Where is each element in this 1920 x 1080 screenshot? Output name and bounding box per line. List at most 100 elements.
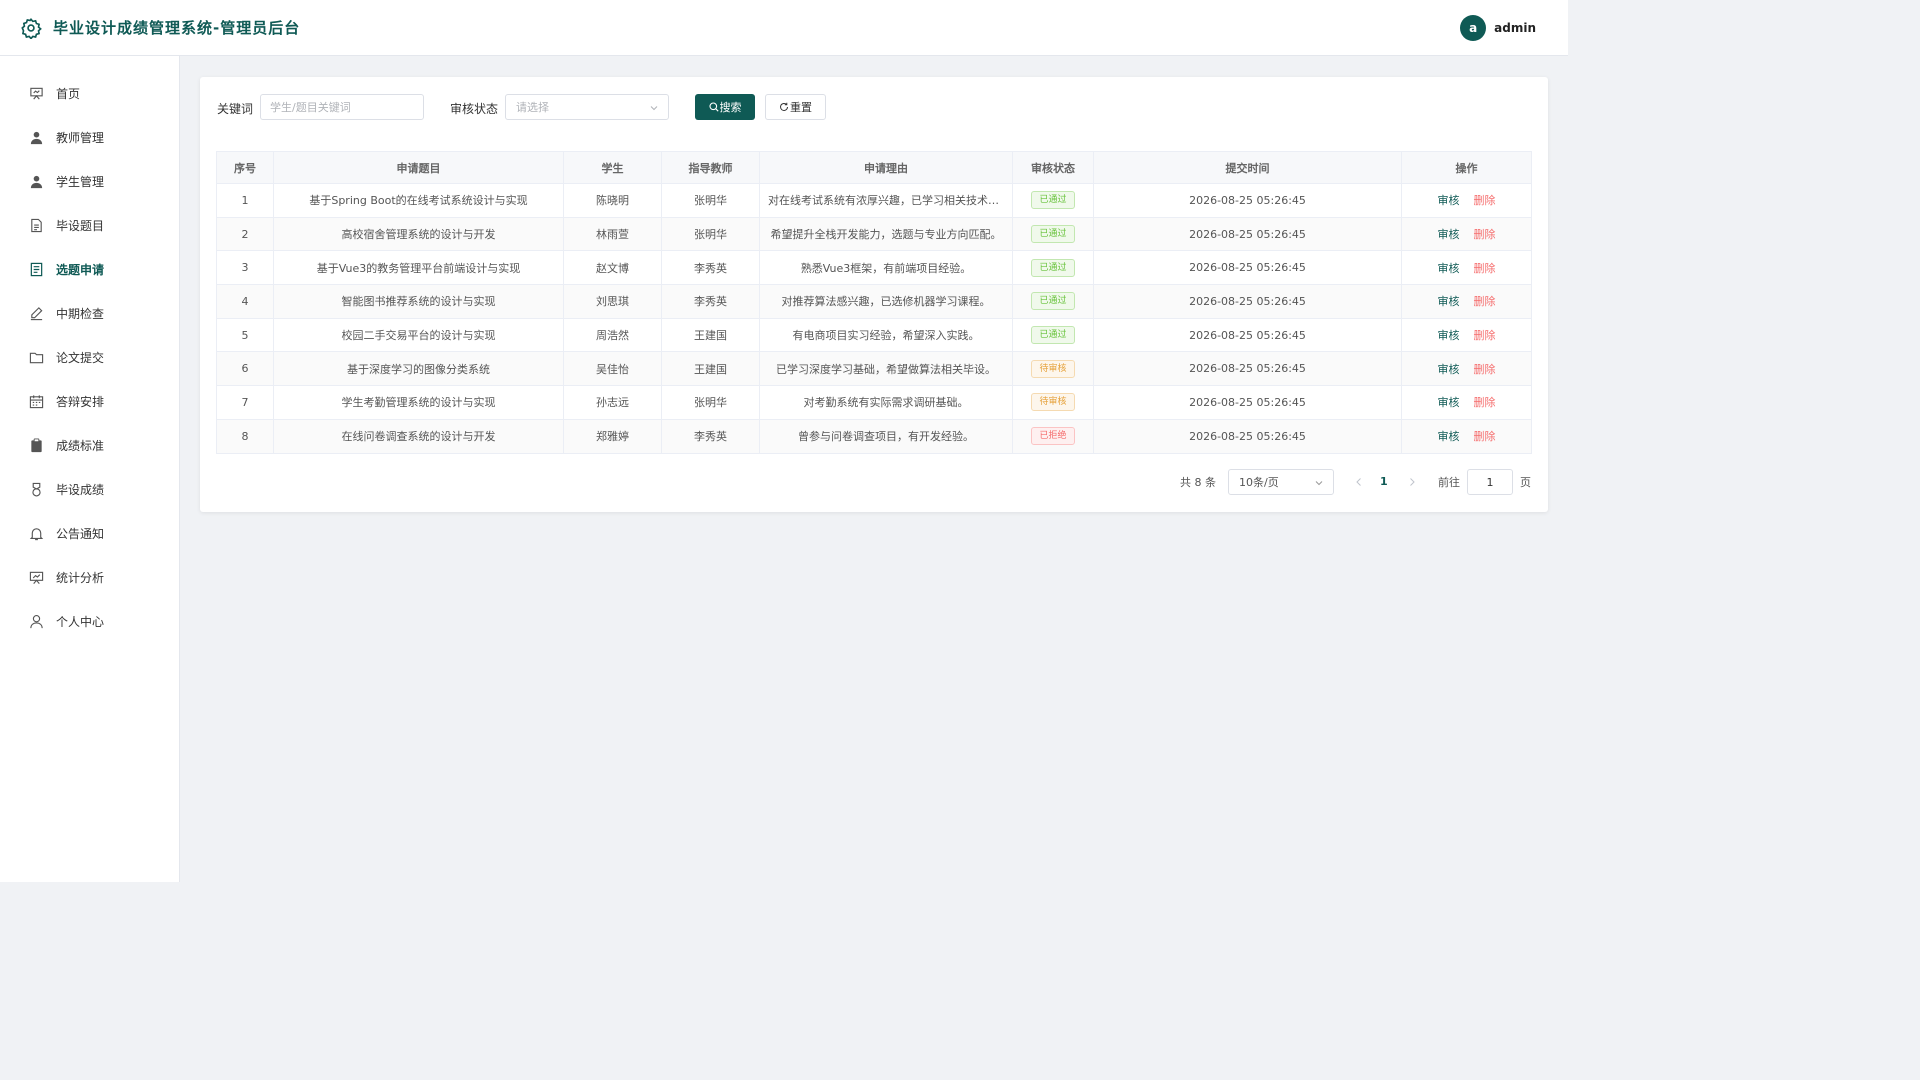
cell-title: 学生考勤管理系统的设计与实现 xyxy=(273,385,564,420)
sidebar-item-label: 首页 xyxy=(56,86,81,101)
search-icon xyxy=(708,102,719,112)
sidebar-item-students[interactable]: 学生管理 xyxy=(0,166,179,196)
table-row: 3 基于Vue3的教务管理平台前端设计与实现 赵文博 李秀英 熟悉Vue3框架，有前端项… xyxy=(216,250,1532,286)
review-button[interactable]: 审核 xyxy=(1438,228,1460,241)
delete-button[interactable]: 删除 xyxy=(1474,228,1496,241)
cell-title: 基于Spring Boot的在线考试系统设计与实现 xyxy=(273,183,564,218)
avatar[interactable]: a xyxy=(1460,15,1487,41)
column-header-actions: 操作 xyxy=(1401,151,1532,184)
cell-actions: 审核 删除 xyxy=(1401,284,1532,319)
sidebar-item-label: 学生管理 xyxy=(56,174,105,189)
chevron-down-icon xyxy=(1315,481,1323,486)
sidebar-item-label: 统计分析 xyxy=(56,570,105,585)
cell-title: 高校宿舍管理系统的设计与开发 xyxy=(273,216,564,252)
sidebar-item-grade-standards[interactable]: 成绩标准 xyxy=(0,430,179,460)
status-select[interactable]: 请选择 xyxy=(505,94,669,120)
delete-button[interactable]: 删除 xyxy=(1474,329,1496,342)
status-badge: 已拒绝 xyxy=(1031,427,1075,446)
status-badge: 已通过 xyxy=(1031,292,1075,311)
presentation-icon xyxy=(28,85,44,101)
delete-button[interactable]: 删除 xyxy=(1474,396,1496,409)
cell-status: 已拒绝 xyxy=(1012,418,1094,454)
sidebar-item-thesis-submit[interactable]: 论文提交 xyxy=(0,342,179,372)
chevron-right-icon[interactable] xyxy=(1408,477,1416,487)
cell-no: 6 xyxy=(216,351,274,387)
cell-student: 孙志远 xyxy=(563,385,662,420)
page-size-select[interactable]: 10条/页 xyxy=(1228,469,1334,495)
cell-no: 3 xyxy=(216,250,274,286)
user-menu[interactable]: a admin xyxy=(1460,15,1536,41)
cell-status: 已通过 xyxy=(1012,250,1094,286)
delete-button[interactable]: 删除 xyxy=(1474,295,1496,308)
cell-time: 2026-08-25 05:26:45 xyxy=(1093,183,1402,218)
cell-teacher: 李秀英 xyxy=(661,284,760,319)
cell-teacher: 王建国 xyxy=(661,317,760,353)
cell-student: 郑雅婷 xyxy=(563,418,662,454)
cell-title: 在线问卷调查系统的设计与开发 xyxy=(273,418,564,454)
table-row: 5 校园二手交易平台的设计与实现 周浩然 王建国 有电商项目实习经验，希望深入实践。 已通… xyxy=(216,317,1532,353)
sidebar-item-topics[interactable]: 毕设题目 xyxy=(0,210,179,240)
review-button[interactable]: 审核 xyxy=(1438,262,1460,275)
edit-pen-icon xyxy=(28,305,44,321)
status-badge: 待审核 xyxy=(1031,393,1075,412)
status-label: 审核状态 xyxy=(450,102,499,116)
sidebar-item-grades[interactable]: 毕设成绩 xyxy=(0,474,179,504)
sidebar: 首页 教师管理 学生管理 毕设题目 选题申请 中期检查 论文提交 答辩安排 成绩… xyxy=(0,56,180,882)
sidebar-item-defense[interactable]: 答辩安排 xyxy=(0,386,179,416)
cell-no: 4 xyxy=(216,284,274,319)
table-row: 1 基于Spring Boot的在线考试系统设计与实现 陈晓明 张明华 对在线考试系统有… xyxy=(216,183,1532,218)
cell-teacher: 张明华 xyxy=(661,385,760,420)
delete-button[interactable]: 删除 xyxy=(1474,430,1496,443)
cell-reason: 对推荐算法感兴趣，已选修机器学习课程。 xyxy=(759,284,1013,319)
table-row: 8 在线问卷调查系统的设计与开发 郑雅婷 李秀英 曾参与问卷调查项目，有开发经验。 已拒绝… xyxy=(216,418,1532,454)
cell-actions: 审核 删除 xyxy=(1401,183,1532,218)
document-list-icon xyxy=(28,261,44,277)
review-button[interactable]: 审核 xyxy=(1438,363,1460,376)
delete-button[interactable]: 删除 xyxy=(1474,262,1496,275)
delete-button[interactable]: 删除 xyxy=(1474,363,1496,376)
goto-page-input[interactable] xyxy=(1467,469,1513,495)
cell-teacher: 李秀英 xyxy=(661,250,760,286)
page-suffix-label: 页 xyxy=(1520,476,1531,489)
sidebar-item-applications[interactable]: 选题申请 xyxy=(0,254,179,284)
sidebar-item-notices[interactable]: 公告通知 xyxy=(0,518,179,548)
review-button[interactable]: 审核 xyxy=(1438,430,1460,443)
keyword-search-input[interactable] xyxy=(260,94,424,120)
cell-student: 吴佳怡 xyxy=(563,351,662,387)
chevron-down-icon xyxy=(650,106,658,111)
delete-button[interactable]: 删除 xyxy=(1474,194,1496,207)
cell-time: 2026-08-25 05:26:45 xyxy=(1093,216,1402,252)
sidebar-item-home[interactable]: 首页 xyxy=(0,78,179,108)
sidebar-item-label: 公告通知 xyxy=(56,526,105,541)
cell-title: 校园二手交易平台的设计与实现 xyxy=(273,317,564,353)
sidebar-item-statistics[interactable]: 统计分析 xyxy=(0,562,179,592)
status-badge: 已通过 xyxy=(1031,258,1075,277)
column-header-status: 审核状态 xyxy=(1012,151,1094,184)
search-button[interactable]: 搜索 xyxy=(695,94,755,120)
sidebar-item-midterm[interactable]: 中期检查 xyxy=(0,298,179,328)
status-badge: 已通过 xyxy=(1031,326,1075,345)
review-button[interactable]: 审核 xyxy=(1438,329,1460,342)
bell-icon xyxy=(28,525,44,541)
user-name[interactable]: admin xyxy=(1494,21,1536,35)
review-button[interactable]: 审核 xyxy=(1438,295,1460,308)
user-outline-icon xyxy=(28,613,44,629)
page-number-current[interactable]: 1 xyxy=(1380,475,1388,488)
data-board-icon xyxy=(28,569,44,585)
sidebar-item-profile[interactable]: 个人中心 xyxy=(0,606,179,636)
review-button[interactable]: 审核 xyxy=(1438,194,1460,207)
search-button-label: 搜索 xyxy=(719,101,742,114)
review-button[interactable]: 审核 xyxy=(1438,396,1460,409)
cell-title: 智能图书推荐系统的设计与实现 xyxy=(273,284,564,319)
cell-time: 2026-08-25 05:26:45 xyxy=(1093,284,1402,319)
sidebar-item-label: 答辩安排 xyxy=(56,394,105,409)
sidebar-item-teachers[interactable]: 教师管理 xyxy=(0,122,179,152)
app-title: 毕业设计成绩管理系统-管理员后台 xyxy=(53,19,301,37)
calendar-icon xyxy=(28,393,44,409)
column-header-no: 序号 xyxy=(216,151,274,184)
cell-title: 基于Vue3的教务管理平台前端设计与实现 xyxy=(273,250,564,286)
cell-actions: 审核 删除 xyxy=(1401,385,1532,420)
reset-button[interactable]: 重置 xyxy=(765,94,826,120)
cell-reason: 希望提升全栈开发能力，选题与专业方向匹配。 xyxy=(759,216,1013,252)
chevron-left-icon[interactable] xyxy=(1355,477,1363,487)
